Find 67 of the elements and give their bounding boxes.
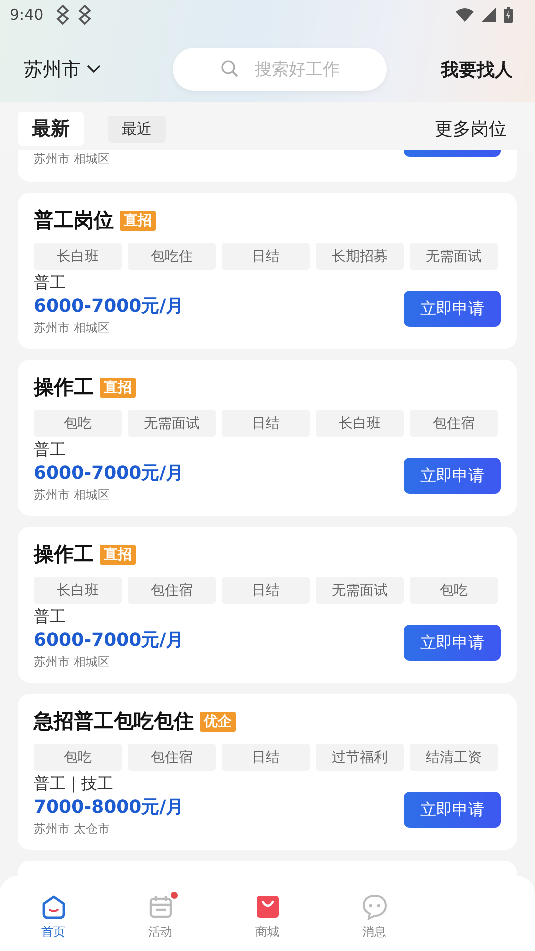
tab[interactable]: 最新 [18,112,84,146]
job-type: 普工 [34,440,67,461]
job-location: 苏州市 相城区 [34,654,111,671]
battery-icon [504,7,513,23]
notification-icon [78,5,92,25]
job-tag: 日结 [222,577,310,604]
job-type: 普工 [34,273,67,294]
job-tag: 包住宿 [128,744,216,771]
search-field[interactable]: 搜索好工作 [173,48,387,91]
job-tag: 无需面试 [128,410,216,437]
job-tag: 包吃 [410,577,498,604]
notification-icon [56,5,70,25]
job-salary: 7000-8000元/月 [34,796,184,819]
job-badge: 直招 [100,544,136,564]
job-salary: 6000-7000元/月 [34,462,184,485]
job-tag: 无需面试 [316,577,404,604]
job-type: 普工 [34,607,67,628]
search-icon [221,60,239,78]
city-selector[interactable]: 苏州市 [24,56,101,82]
job-tag: 包住宿 [128,577,216,604]
job-tag: 包吃住 [128,243,216,270]
chevron-down-icon [87,65,101,74]
job-tag: 结清工资 [410,744,498,771]
calendar-icon [148,894,174,920]
job-tag: 日结 [222,744,310,771]
job-badge: 优企 [200,712,236,732]
job-tag: 包吃 [34,744,122,771]
nav-item[interactable]: 活动 [107,894,214,951]
job-title: 操作工 [34,541,94,568]
apply-button[interactable]: 立即申请 [404,792,501,828]
job-location: 苏州市 相城区 [34,487,111,504]
job-location: 苏州市 相城区 [34,320,111,337]
job-type: 普工 | 技工 [34,774,115,795]
job-tag: 包吃 [34,410,122,437]
signal-icon [482,8,496,22]
more-jobs-link[interactable]: 更多岗位 [435,117,507,141]
job-location: 苏州市 相城区 [34,151,110,168]
job-tag: 长白班 [34,243,122,270]
status-time: 9:40 [10,6,44,24]
chat-icon [362,894,388,920]
home-icon [40,894,66,920]
job-salary: 6000-7000元/月 [34,629,184,652]
wifi-icon [456,8,474,22]
job-tag: 长白班 [316,410,404,437]
job-location: 苏州市 太仓市 [34,821,111,838]
apply-button[interactable]: 立即申请 [404,291,501,327]
apply-button[interactable]: 立即申请 [404,625,501,661]
nav-item[interactable]: 消息 [321,894,428,951]
nav-item[interactable]: 商城 [214,894,321,951]
job-tag: 包住宿 [410,410,498,437]
job-tag: 无需面试 [410,243,498,270]
job-tag: 长白班 [34,577,122,604]
tab[interactable]: 最近 [108,116,166,142]
job-tag: 过节福利 [316,744,404,771]
job-title: 急招普工包吃包住 [34,708,194,735]
apply-button[interactable]: 立即申请 [404,458,501,494]
nav-item[interactable]: 首页 [0,894,107,951]
job-badge: 直招 [120,210,156,230]
job-tag: 日结 [222,243,310,270]
job-title: 普工岗位 [34,207,114,234]
job-tag: 长期招募 [316,243,404,270]
find-people-link[interactable]: 我要找人 [441,58,513,82]
job-tag: 日结 [222,410,310,437]
job-badge: 直招 [100,378,136,398]
job-salary: 6000-7000元/月 [34,295,184,318]
shopping-bag-icon [254,894,280,920]
job-title: 操作工 [34,374,94,401]
